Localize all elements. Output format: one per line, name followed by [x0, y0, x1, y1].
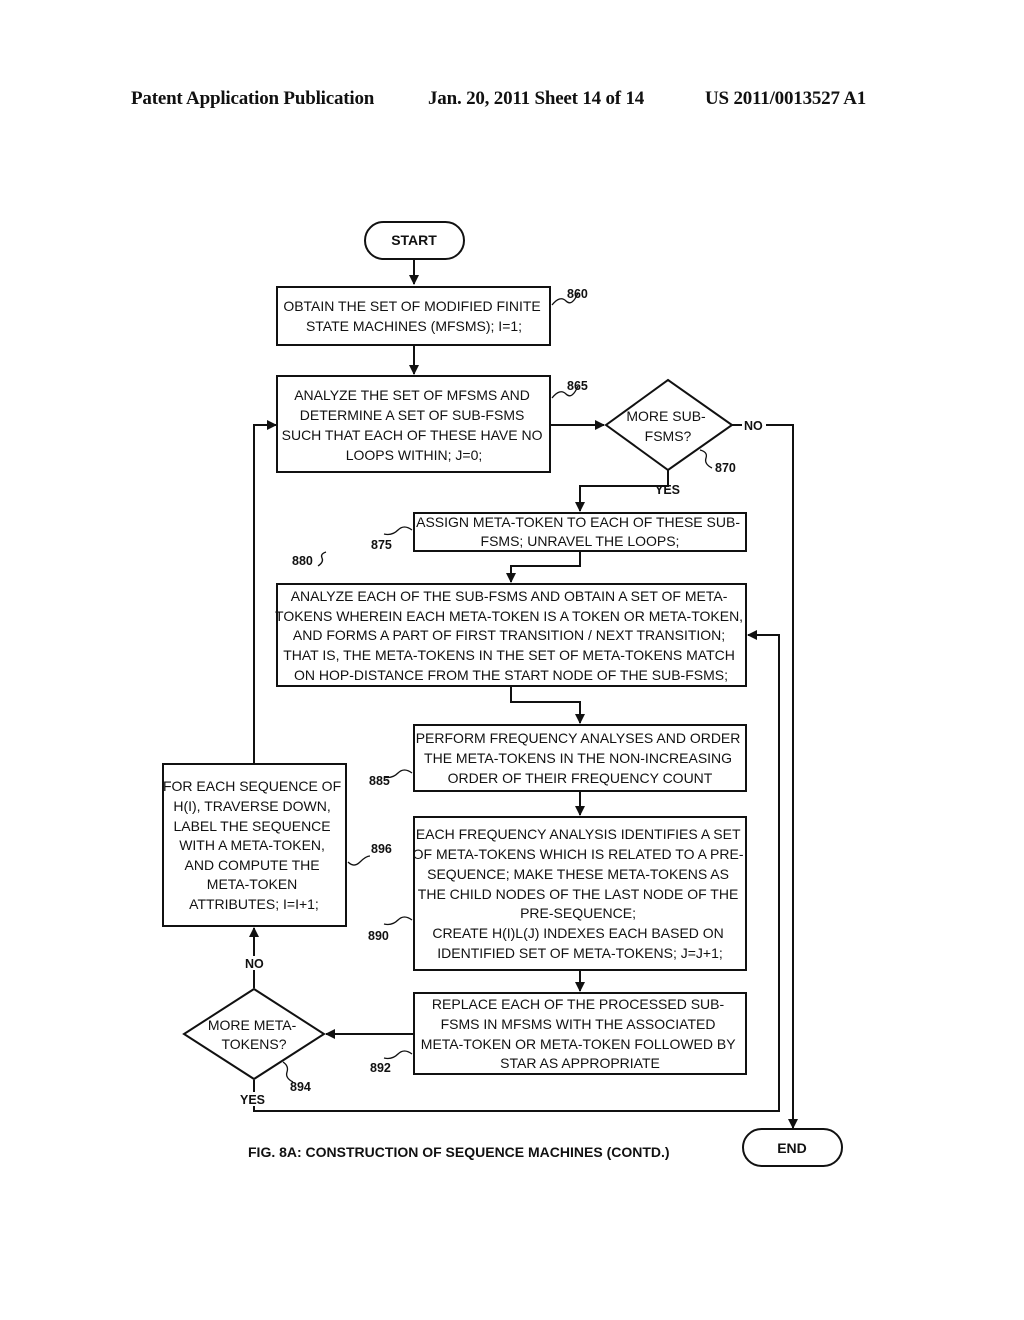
step-860: OBTAIN THE SET OF MODIFIED FINITE STATE …: [276, 286, 551, 346]
step-865: ANALYZE THE SET OF MFSMS AND DETERMINE A…: [276, 375, 551, 473]
decision-894-no-label: NO: [245, 957, 264, 971]
leader-870: [699, 449, 713, 469]
step-892: REPLACE EACH OF THE PROCESSED SUB- FSMS …: [413, 992, 747, 1075]
leader-880: [317, 551, 327, 567]
start-label: START: [391, 232, 437, 248]
start-terminal: START: [364, 221, 465, 260]
step-885: PERFORM FREQUENCY ANALYSES AND ORDER THE…: [413, 724, 747, 792]
step-890: EACH FREQUENCY ANALYSIS IDENTIFIES A SET…: [413, 816, 748, 971]
ref-860: 860: [567, 287, 588, 301]
decision-870-yes-label: YES: [655, 483, 680, 497]
step-880: ANALYZE EACH OF THE SUB-FSMS AND OBTAIN …: [275, 583, 747, 687]
ref-870: 870: [715, 461, 736, 475]
step-885-text: PERFORM FREQUENCY ANALYSES AND ORDER THE…: [416, 730, 745, 786]
decision-870: MORE SUB- FSMS?: [604, 378, 734, 472]
leader-894: [282, 1061, 294, 1083]
leader-892: [383, 1050, 413, 1060]
ref-885: 885: [369, 774, 390, 788]
arrow-880-885: [510, 686, 585, 724]
leader-896: [347, 855, 371, 866]
ref-875: 875: [371, 538, 392, 552]
ref-892: 892: [370, 1061, 391, 1075]
step-880-text: ANALYZE EACH OF THE SUB-FSMS AND OBTAIN …: [275, 588, 747, 683]
leader-890: [383, 916, 413, 926]
leader-875: [383, 526, 413, 536]
end-terminal: END: [742, 1128, 843, 1167]
ref-890: 890: [368, 929, 389, 943]
decision-870-no-label: NO: [744, 419, 763, 433]
ref-865: 865: [567, 379, 588, 393]
step-890-text: EACH FREQUENCY ANALYSIS IDENTIFIES A SET…: [413, 826, 748, 961]
ref-880: 880: [292, 554, 313, 568]
decision-894-yes-label: YES: [240, 1093, 265, 1107]
figure-caption: FIG. 8A: CONSTRUCTION OF SEQUENCE MACHIN…: [248, 1144, 670, 1160]
step-875: ASSIGN META-TOKEN TO EACH OF THESE SUB- …: [413, 512, 747, 552]
flowchart: START END OBTAIN THE SET OF MODIFIED FIN…: [162, 221, 843, 1167]
ref-894: 894: [290, 1080, 311, 1094]
end-label: END: [777, 1140, 807, 1156]
decision-894: MORE META- TOKENS?: [182, 987, 326, 1081]
arrow-896-865: [253, 420, 277, 763]
ref-896: 896: [371, 842, 392, 856]
arrow-875-880: [506, 551, 581, 583]
step-896: FOR EACH SEQUENCE OF H(I), TRAVERSE DOWN…: [162, 763, 347, 927]
